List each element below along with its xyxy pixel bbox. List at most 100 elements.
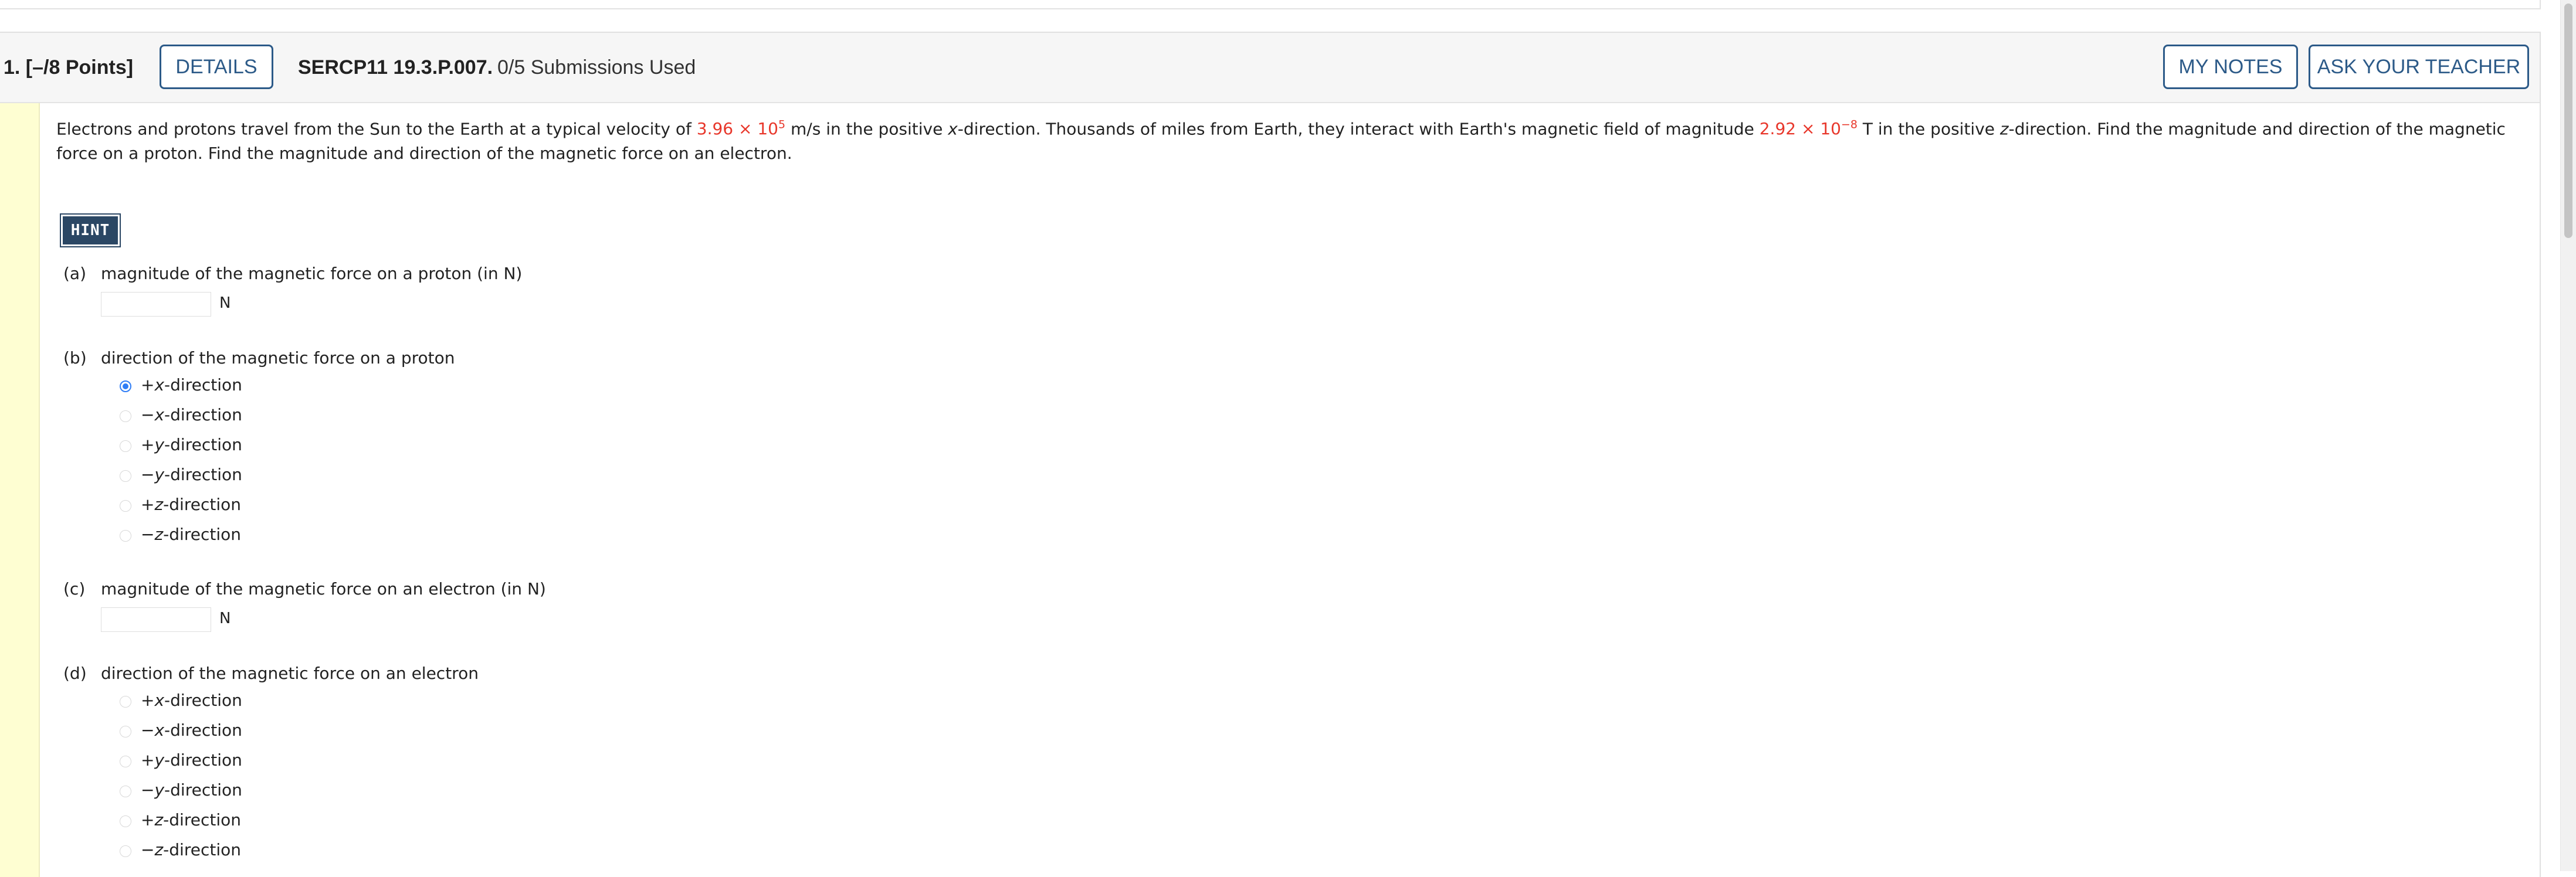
radio-option-label: −z-direction [141,525,241,544]
option-suffix: -direction [163,840,241,859]
question-number-points: 1. [–/8 Points] [4,56,134,79]
field-exponent: −8 [1841,118,1858,131]
option-suffix: -direction [164,405,242,424]
option-sign: − [141,720,155,740]
part-a-unit: N [219,294,231,312]
option-suffix: -direction [164,780,242,800]
question-header: 1. [–/8 Points] DETAILS SERCP11 19.3.P.0… [0,33,2540,103]
option-suffix: -direction [164,375,242,395]
radio-button[interactable] [120,786,131,797]
x-variable: x [948,119,958,139]
option-suffix: -direction [164,750,242,770]
option-axis: x [154,375,165,395]
question-card: 1. [–/8 Points] DETAILS SERCP11 19.3.P.0… [0,32,2541,877]
option-sign: − [141,840,155,859]
option-axis: z [154,495,164,514]
submissions-used: 0/5 Submissions Used [497,56,696,79]
part-a-answer-input[interactable] [101,292,211,317]
my-notes-button[interactable]: MY NOTES [2163,45,2298,89]
radio-button[interactable] [120,500,131,512]
radio-option-label: −z-direction [141,840,241,859]
z-variable: z [1999,119,2009,139]
part-b-text: direction of the magnetic force on a pro… [101,348,455,368]
part-c-label: (c) magnitude of the magnetic force on an… [63,579,546,599]
details-button[interactable]: DETAILS [160,45,273,89]
option-sign: + [141,435,155,454]
option-axis: x [154,720,165,740]
velocity-exponent: 5 [778,118,786,131]
option-axis: y [154,780,165,800]
vertical-scrollbar[interactable] [2560,0,2576,871]
question-margin-bar [0,103,40,877]
problem-statement: Electrons and protons travel from the Su… [56,113,2520,166]
radio-option-label: +y-direction [141,435,242,454]
option-suffix: -direction [163,525,241,544]
option-axis: y [154,465,165,484]
option-axis: y [154,750,165,770]
ask-your-teacher-button[interactable]: ASK YOUR TEACHER [2309,45,2529,89]
option-sign: − [141,525,155,544]
radio-button[interactable] [120,696,131,708]
problem-text-1: Electrons and protons travel from the Su… [56,119,697,139]
part-b-tag: (b) [63,348,87,368]
option-sign: + [141,810,155,830]
radio-button[interactable] [120,726,131,737]
radio-button[interactable] [120,530,131,542]
option-axis: z [154,840,164,859]
part-c-text: magnitude of the magnetic force on an el… [101,579,546,599]
radio-button[interactable] [120,380,131,392]
part-d-text: direction of the magnetic force on an el… [101,664,479,683]
part-a-tag: (a) [63,264,87,283]
part-d-label: (d) direction of the magnetic force on an… [63,664,479,683]
question-body: Electrons and protons travel from the Su… [56,113,2520,859]
hint-button[interactable]: HINT [60,213,121,247]
problem-text-3: -direction. Thousands of miles from Eart… [957,119,1760,139]
option-axis: x [154,691,165,710]
field-value: 2.92 × 10−8 [1759,118,1858,139]
radio-option-label: −y-direction [141,465,242,484]
radio-option-label: +x-direction [141,691,242,710]
problem-text-4: T in the positive [1857,119,2000,139]
radio-option-label: +x-direction [141,375,242,395]
radio-option-label: −x-direction [141,405,242,424]
option-suffix: -direction [163,495,241,514]
scrollbar-thumb[interactable] [2564,4,2572,238]
option-sign: − [141,780,155,800]
option-axis: x [154,405,165,424]
radio-button[interactable] [120,440,131,452]
option-suffix: -direction [164,465,242,484]
part-d-tag: (d) [63,664,87,683]
part-a-label: (a) magnitude of the magnetic force on a … [63,264,522,283]
option-suffix: -direction [164,720,242,740]
radio-option-label: +z-direction [141,810,241,830]
question-code: SERCP11 19.3.P.007. [298,56,493,79]
radio-button[interactable] [120,845,131,857]
option-suffix: -direction [164,435,242,454]
radio-button[interactable] [120,815,131,827]
part-c-answer-input[interactable] [101,607,211,632]
part-a-text: magnitude of the magnetic force on a pro… [101,264,523,283]
option-suffix: -direction [163,810,241,830]
option-axis: z [154,525,164,544]
radio-option-label: +y-direction [141,750,242,770]
option-sign: − [141,465,155,484]
previous-card-edge [0,0,2541,9]
part-b-label: (b) direction of the magnetic force on a … [63,348,455,368]
part-c-unit: N [219,610,231,627]
velocity-value: 3.96 × 105 [696,118,786,139]
field-mantissa: 2.92 × 10 [1759,119,1841,139]
radio-button[interactable] [120,470,131,482]
option-sign: − [141,405,155,424]
radio-button[interactable] [120,410,131,422]
radio-option-label: +z-direction [141,495,241,514]
option-axis: y [154,435,165,454]
velocity-mantissa: 3.96 × 10 [696,119,778,139]
radio-button[interactable] [120,756,131,767]
option-sign: + [141,750,155,770]
option-sign: + [141,691,155,710]
option-sign: + [141,375,155,395]
part-c-tag: (c) [63,579,86,599]
radio-option-label: −y-direction [141,780,242,800]
radio-option-label: −x-direction [141,720,242,740]
option-suffix: -direction [164,691,242,710]
